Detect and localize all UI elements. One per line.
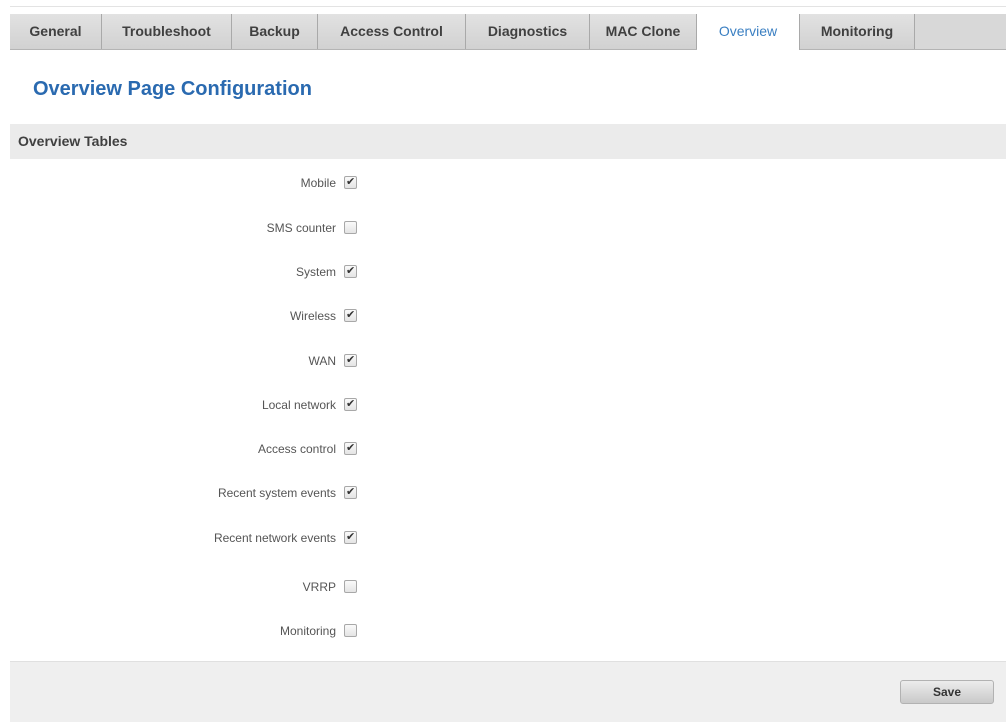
option-row-recent-system-events: Recent system events ✔: [10, 483, 510, 503]
option-row-recent-network-events: Recent network events ✔: [10, 528, 510, 548]
option-label: Local network: [261, 398, 336, 412]
tab-overview[interactable]: Overview: [697, 14, 800, 50]
tab-bar: General Troubleshoot Backup Access Contr…: [10, 14, 1006, 50]
option-label: Mobile: [300, 176, 336, 190]
option-label: SMS counter: [266, 221, 336, 235]
page-title: Overview Page Configuration: [33, 78, 312, 100]
option-label: System: [295, 265, 336, 279]
option-label: Wireless: [289, 309, 336, 323]
tab-mac-clone[interactable]: MAC Clone: [590, 14, 697, 49]
checkmark-icon: ✔: [346, 398, 356, 410]
option-row-access-control: Access control ✔: [10, 439, 510, 459]
option-row-wireless: Wireless ✔: [10, 306, 510, 326]
option-label: Recent network events: [213, 531, 336, 545]
local-network-checkbox[interactable]: ✔: [344, 398, 357, 411]
wan-checkbox[interactable]: ✔: [344, 354, 357, 367]
tab-diagnostics[interactable]: Diagnostics: [466, 14, 590, 49]
checkmark-icon: ✔: [346, 531, 356, 543]
tab-general[interactable]: General: [10, 14, 102, 49]
monitoring-checkbox[interactable]: ✔: [344, 624, 357, 637]
option-row-mobile: Mobile ✔: [10, 173, 510, 193]
access-control-checkbox[interactable]: ✔: [344, 442, 357, 455]
checkmark-icon: ✔: [346, 354, 356, 366]
option-label: Recent system events: [217, 486, 336, 500]
vrrp-checkbox[interactable]: ✔: [344, 580, 357, 593]
checkmark-icon: ✔: [346, 309, 356, 321]
option-row-sms-counter: SMS counter ✔: [10, 218, 510, 238]
option-row-monitoring: Monitoring ✔: [10, 621, 510, 641]
tab-access-control[interactable]: Access Control: [318, 14, 466, 49]
option-label: Monitoring: [279, 624, 336, 638]
checkmark-icon: ✔: [346, 486, 356, 498]
recent-system-events-checkbox[interactable]: ✔: [344, 486, 357, 499]
checkmark-icon: ✔: [346, 442, 356, 454]
checkmark-icon: ✔: [346, 176, 356, 188]
checkmark-icon: ✔: [346, 265, 356, 277]
tab-backup[interactable]: Backup: [232, 14, 318, 49]
option-label: Access control: [257, 442, 336, 456]
sms-counter-checkbox[interactable]: ✔: [344, 221, 357, 234]
system-checkbox[interactable]: ✔: [344, 265, 357, 278]
mobile-checkbox[interactable]: ✔: [344, 176, 357, 189]
option-row-vrrp: VRRP ✔: [10, 577, 510, 597]
form-footer: Save: [10, 661, 1006, 722]
tab-troubleshoot[interactable]: Troubleshoot: [102, 14, 232, 49]
recent-network-events-checkbox[interactable]: ✔: [344, 531, 357, 544]
option-label: VRRP: [302, 580, 336, 594]
section-header: Overview Tables: [10, 124, 1006, 159]
option-row-wan: WAN ✔: [10, 351, 510, 371]
top-divider: [10, 6, 1006, 7]
section-title: Overview Tables: [18, 133, 128, 149]
option-row-local-network: Local network ✔: [10, 395, 510, 415]
tab-monitoring[interactable]: Monitoring: [800, 14, 915, 49]
save-button[interactable]: Save: [900, 680, 994, 704]
option-row-system: System ✔: [10, 262, 510, 282]
wireless-checkbox[interactable]: ✔: [344, 309, 357, 322]
option-label: WAN: [308, 354, 336, 368]
